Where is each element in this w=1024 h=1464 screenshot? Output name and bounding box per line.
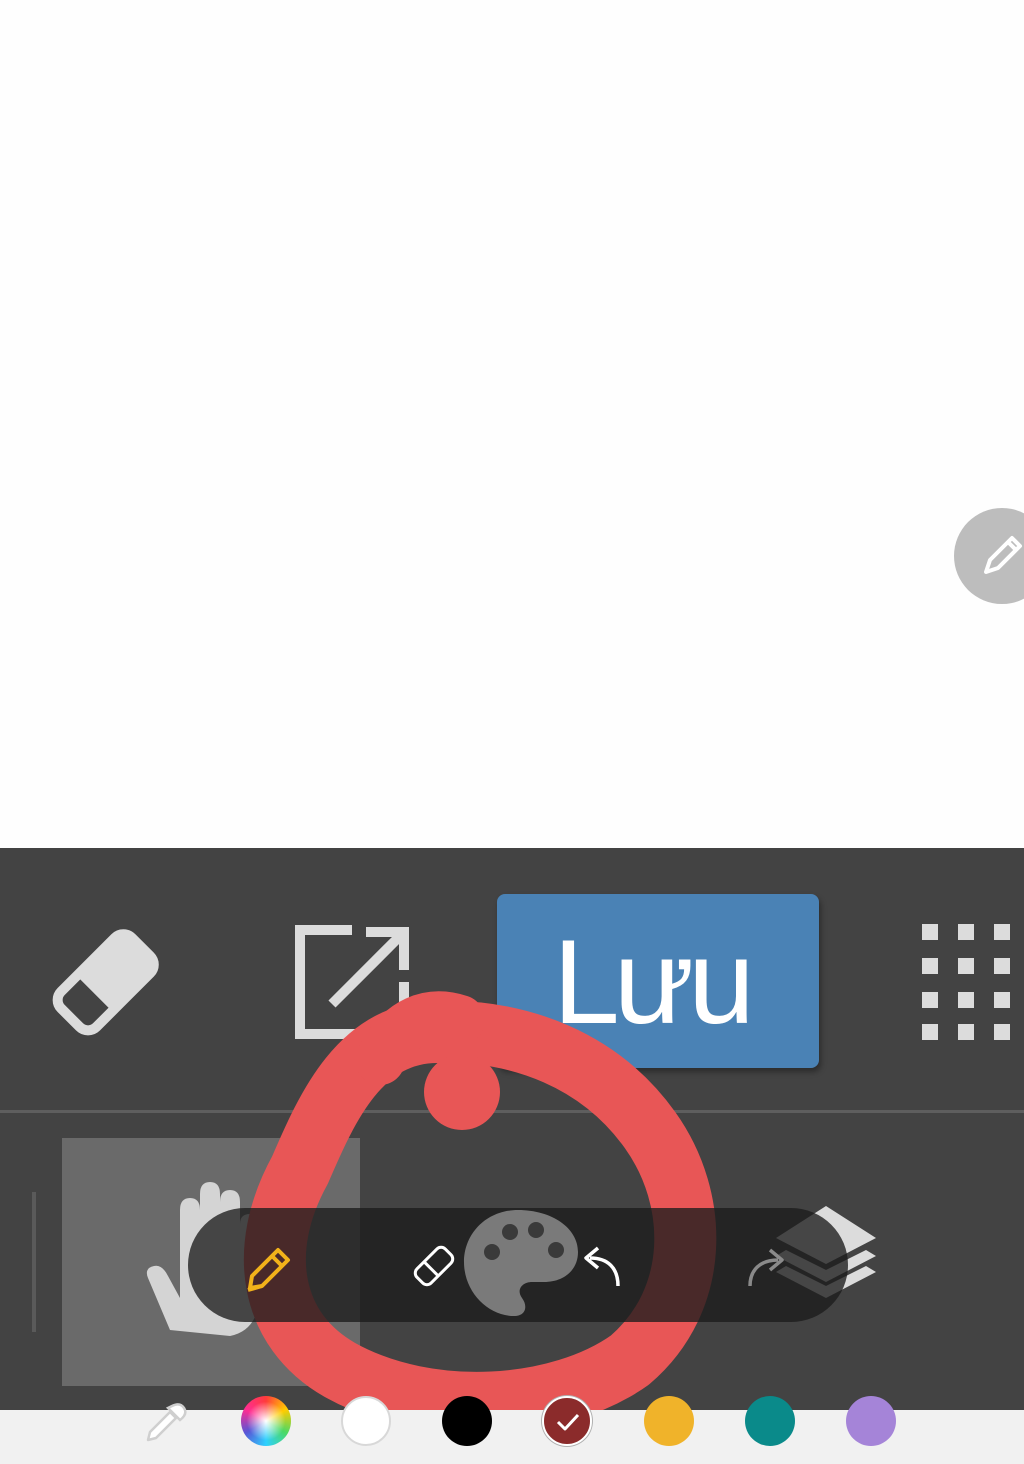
color-swatch-purple[interactable]: [846, 1396, 896, 1446]
eraser-small-button[interactable]: [410, 1242, 458, 1294]
color-swatch-teal[interactable]: [745, 1396, 795, 1446]
palette-button[interactable]: [460, 1206, 582, 1324]
eyedropper-icon: [146, 1403, 187, 1442]
pen-icon: [247, 1248, 290, 1292]
open-external-icon: [295, 925, 409, 1039]
color-swatch-black[interactable]: [442, 1396, 492, 1446]
checkmark-icon: [556, 1413, 580, 1431]
grid-menu-button[interactable]: [918, 920, 1014, 1048]
undo-icon: [584, 1246, 620, 1287]
eraser-icon: [52, 929, 159, 1036]
palette-icon: [464, 1210, 578, 1316]
eraser-icon: [413, 1245, 455, 1287]
pencil-icon: [984, 536, 1022, 574]
eyedropper-button[interactable]: [142, 1400, 188, 1450]
export-button[interactable]: [292, 922, 412, 1046]
color-swatch-darkred-selected[interactable]: [542, 1396, 592, 1446]
grid-dots-icon: [922, 924, 1010, 1040]
save-button[interactable]: Lưu: [497, 894, 819, 1068]
color-wheel-swatch[interactable]: [241, 1396, 291, 1446]
eraser-tool-button[interactable]: [40, 918, 170, 1052]
pen-tool-button[interactable]: [242, 1240, 298, 1300]
drawing-canvas[interactable]: [0, 0, 1024, 848]
undo-button[interactable]: [578, 1242, 626, 1294]
redo-button[interactable]: [744, 1244, 792, 1296]
color-swatch-yellow[interactable]: [644, 1396, 694, 1446]
scroll-rail[interactable]: [32, 1192, 36, 1332]
panel-divider: [0, 1110, 1024, 1113]
color-swatch-white[interactable]: [341, 1396, 391, 1446]
redo-icon: [748, 1248, 784, 1287]
